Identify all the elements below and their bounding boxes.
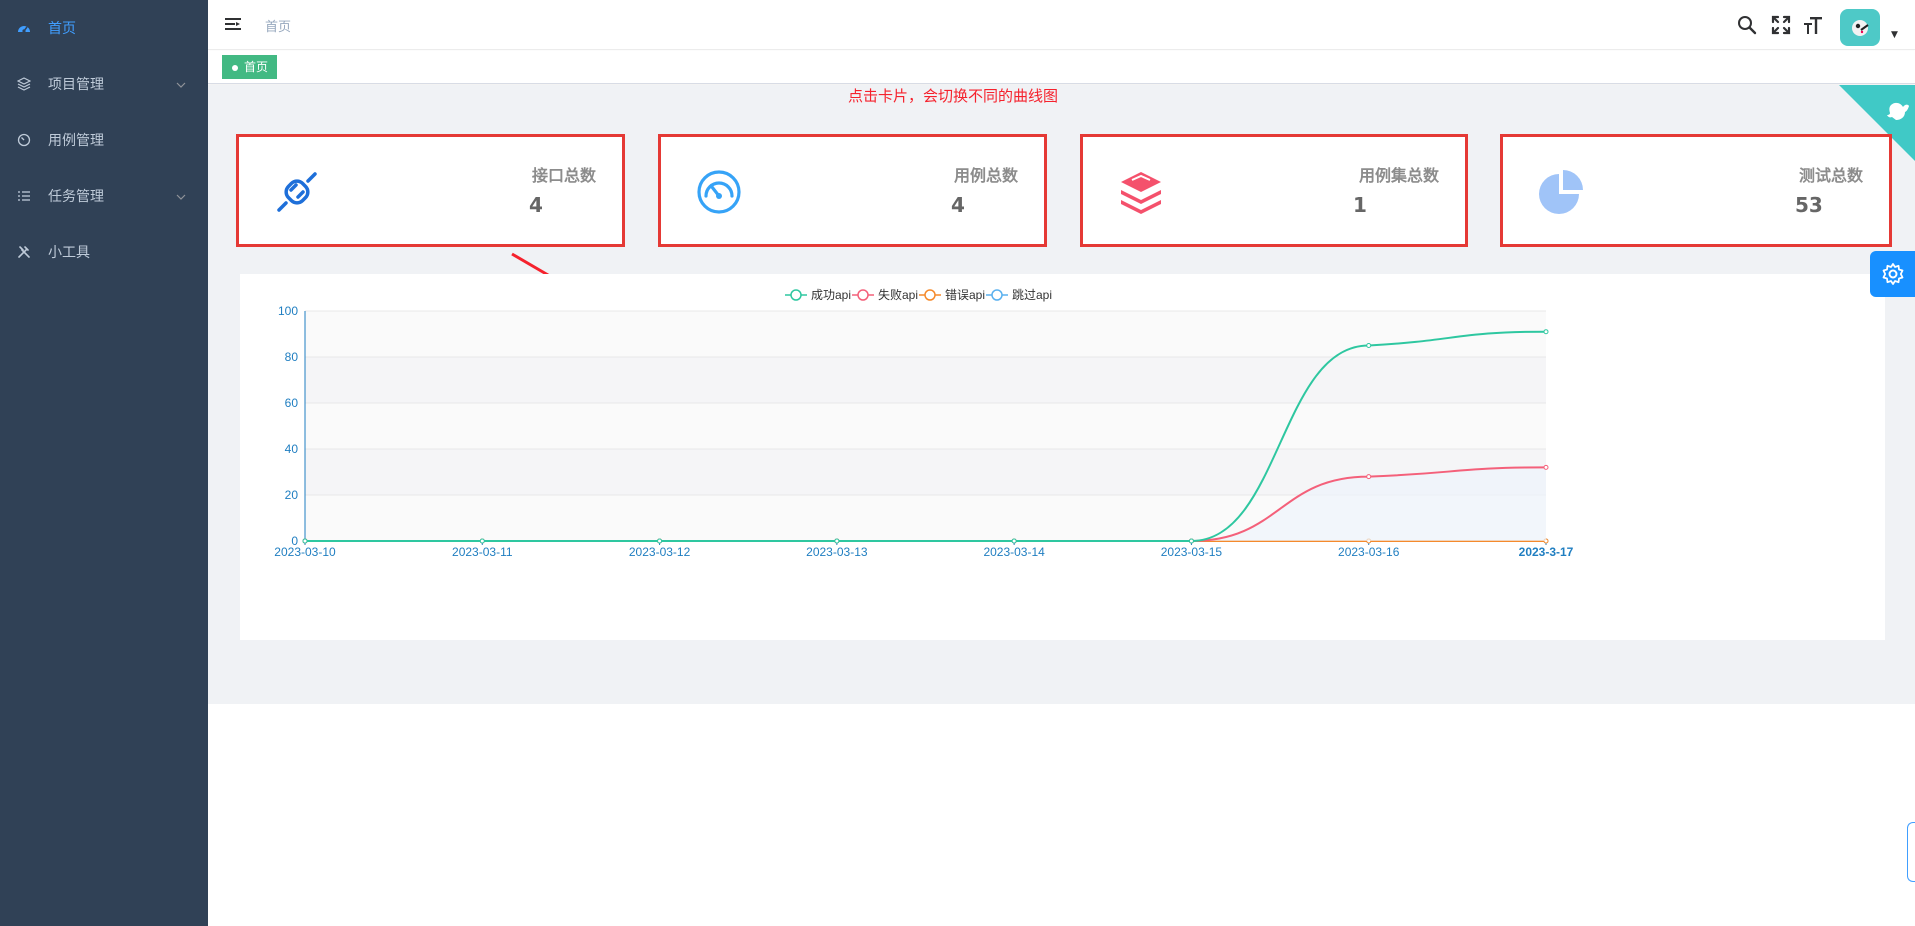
card-value: 1 — [1353, 193, 1367, 217]
legend-label: 成功api — [811, 288, 851, 302]
stack-icon — [1117, 168, 1165, 216]
legend-swatch-circle — [790, 289, 802, 301]
data-point — [302, 538, 308, 544]
avatar[interactable] — [1840, 9, 1880, 46]
legend-item[interactable]: 跳过api — [986, 288, 1052, 302]
sidebar-item-projects[interactable]: 项目管理 — [0, 56, 208, 112]
x-tick-label: 2023-03-12 — [629, 545, 691, 559]
data-point — [657, 538, 663, 544]
grid-band — [305, 403, 1546, 449]
data-point — [479, 538, 485, 544]
navbar: 首页 ▼ — [208, 0, 1915, 50]
x-tick-label: 2023-03-15 — [1161, 545, 1223, 559]
data-point — [834, 538, 840, 544]
grid-band — [305, 357, 1546, 403]
legend-label: 跳过api — [1012, 288, 1052, 302]
data-point — [1366, 474, 1372, 480]
main-content: 点击卡片，会切换不同的曲线图 接口总数 4 用例总数 4 用例集总数 1 测试总… — [208, 85, 1915, 704]
data-point — [1543, 329, 1549, 335]
hamburger-icon[interactable] — [224, 15, 242, 33]
pie-icon — [1537, 168, 1585, 216]
y-tick-label: 80 — [285, 350, 299, 364]
fullscreen-icon[interactable] — [1770, 14, 1792, 36]
font-size-icon[interactable] — [1802, 14, 1824, 36]
x-tick-label: 2023-03-11 — [452, 545, 513, 559]
card-title: 用例集总数 — [1358, 166, 1439, 185]
legend-label: 错误api — [945, 288, 985, 302]
breadcrumb: 首页 — [265, 20, 292, 35]
legend-item[interactable]: 失败api — [852, 287, 918, 302]
card-title: 用例总数 — [953, 166, 1018, 185]
settings-button[interactable] — [1870, 251, 1915, 297]
chevron-down-icon — [176, 78, 186, 91]
card-api-total[interactable]: 接口总数 4 — [236, 134, 625, 247]
line-chart: 成功api 失败api 错误api 跳过api 0204060801002023-03… — [274, 287, 1574, 559]
gauge-icon — [695, 168, 743, 216]
plug-icon — [273, 168, 321, 216]
legend-item[interactable]: 错误api — [919, 288, 985, 302]
dashboard-icon — [16, 20, 32, 36]
hint-text: 点击卡片，会切换不同的曲线图 — [848, 87, 1059, 105]
y-tick-label: 60 — [285, 396, 299, 410]
data-point — [1543, 464, 1549, 470]
grid-band — [305, 311, 1546, 357]
x-tick-label: 2023-03-14 — [983, 545, 1045, 559]
card-value: 4 — [529, 193, 543, 217]
x-tick-label: 2023-03-13 — [806, 545, 868, 559]
card-title: 测试总数 — [1798, 166, 1863, 185]
search-icon[interactable] — [1736, 14, 1758, 36]
tags-view: 首页 — [208, 51, 1915, 84]
sidebar-item-home[interactable]: 首页 — [0, 0, 208, 56]
sidebar: 首页 项目管理 用例管理 任务管理 小工具 — [0, 0, 208, 926]
sidebar-item-label: 首页 — [48, 21, 76, 37]
layers-icon — [16, 76, 32, 92]
right-edge-tab[interactable] — [1907, 822, 1915, 882]
card-value: 4 — [951, 193, 965, 217]
legend-swatch-circle — [991, 289, 1003, 301]
caret-down-icon[interactable]: ▼ — [1891, 30, 1898, 40]
line-chart-panel: 成功api 失败api 错误api 跳过api 0 20 40 60 80 100 2023-03… — [240, 274, 1885, 640]
card-suite-total[interactable]: 用例集总数 1 — [1080, 134, 1468, 247]
gear-icon — [1882, 263, 1903, 285]
data-point — [1188, 538, 1194, 544]
sidebar-item-label: 用例管理 — [48, 133, 104, 149]
sidebar-item-label: 项目管理 — [48, 77, 104, 93]
y-tick-label: 20 — [285, 488, 299, 502]
card-case-total[interactable]: 用例总数 4 — [658, 134, 1047, 247]
x-tick-label: 2023-3-17 — [1519, 545, 1574, 559]
tag-home[interactable]: 首页 — [222, 55, 278, 79]
card-title: 接口总数 — [531, 166, 596, 185]
y-tick-label: 40 — [285, 442, 299, 456]
sidebar-item-cases[interactable]: 用例管理 — [0, 112, 208, 168]
x-tick-label: 2023-03-16 — [1338, 545, 1400, 559]
legend-swatch-circle — [924, 289, 936, 301]
x-tick-label: 2023-03-10 — [274, 545, 336, 559]
sidebar-item-label: 任务管理 — [48, 189, 104, 205]
gauge-icon — [16, 132, 32, 148]
legend-label: 失败api — [878, 287, 918, 302]
card-value: 53 — [1795, 193, 1823, 217]
tools-icon — [16, 244, 32, 260]
legend-item[interactable]: 成功api — [785, 288, 851, 302]
card-test-total[interactable]: 测试总数 53 — [1500, 134, 1892, 247]
sidebar-item-tools[interactable]: 小工具 — [0, 224, 208, 280]
sidebar-item-tasks[interactable]: 任务管理 — [0, 168, 208, 224]
data-point — [1011, 538, 1017, 544]
chart-legend[interactable]: 成功api 失败api 错误api 跳过api — [785, 287, 1052, 302]
y-tick-label: 100 — [278, 304, 298, 318]
chevron-down-icon — [176, 190, 186, 203]
list-icon — [16, 188, 32, 204]
legend-swatch-circle — [857, 289, 869, 301]
data-point — [1366, 343, 1372, 348]
sidebar-item-label: 小工具 — [48, 245, 90, 261]
